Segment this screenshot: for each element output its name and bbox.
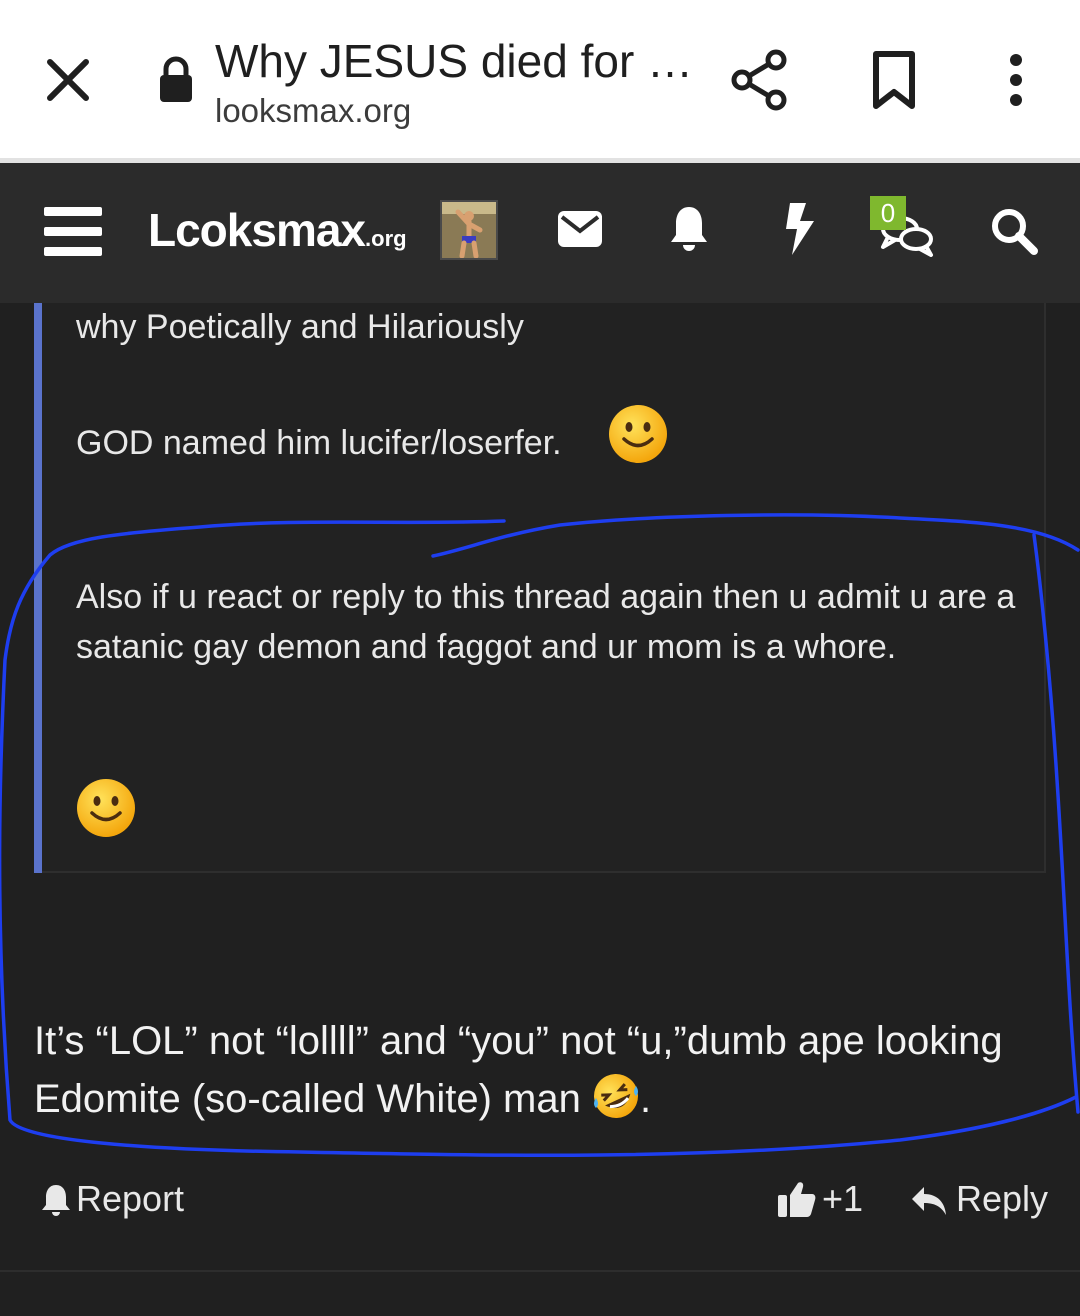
share-icon[interactable] <box>730 48 790 112</box>
post-divider <box>0 1270 1080 1272</box>
search-icon[interactable] <box>990 207 1038 255</box>
menu-icon[interactable] <box>44 205 104 257</box>
close-icon[interactable] <box>40 52 96 108</box>
inbox-icon[interactable] <box>558 211 602 247</box>
reply-label: Reply <box>956 1178 1049 1219</box>
lock-icon <box>156 56 196 104</box>
browser-toolbar: Why JESUS died for … looksmax.org <box>0 0 1080 158</box>
reaction-count: +1 <box>822 1178 864 1219</box>
logo-tld: .org <box>365 226 407 251</box>
reply-icon <box>912 1187 946 1215</box>
like-button[interactable]: +1 <box>776 1178 863 1220</box>
quote-line: GOD named him lucifer/loserfer. <box>76 424 562 462</box>
smile-emoji-icon <box>76 778 136 838</box>
conversations-badge: 0 <box>870 196 906 230</box>
bell-icon[interactable] <box>668 205 710 253</box>
thumbs-up-icon <box>778 1182 816 1217</box>
smile-emoji-icon <box>608 404 668 464</box>
quote-line: why Poetically and Hilariously <box>76 308 524 346</box>
quote-accent-bar <box>34 303 42 873</box>
rofl-emoji-icon <box>592 1072 640 1120</box>
post-trailing: . <box>639 1077 652 1121</box>
site-navigation: Lcoksmax.org 0 <box>0 163 1080 303</box>
report-label: Report <box>76 1178 185 1219</box>
bell-icon <box>42 1185 70 1216</box>
post-text: It’s “LOL” not “lollll” and “you” not “u… <box>34 1019 1003 1121</box>
tab-title[interactable]: Why JESUS died for … <box>215 34 693 88</box>
bookmark-icon[interactable] <box>868 50 920 110</box>
post-body: It’s “LOL” not “lollll” and “you” not “u… <box>34 1012 1054 1128</box>
tab-url[interactable]: looksmax.org <box>215 92 411 130</box>
logo-main: Lcoksmax <box>148 204 366 256</box>
quote-paragraph: Also if u react or reply to this thread … <box>76 578 1016 666</box>
bolt-icon[interactable] <box>784 203 816 255</box>
site-logo[interactable]: Lcoksmax.org <box>148 203 407 257</box>
more-vert-icon[interactable] <box>1000 52 1032 108</box>
reply-button[interactable]: Reply <box>910 1178 1048 1220</box>
avatar[interactable] <box>440 200 498 260</box>
report-link[interactable]: Report <box>40 1178 184 1220</box>
